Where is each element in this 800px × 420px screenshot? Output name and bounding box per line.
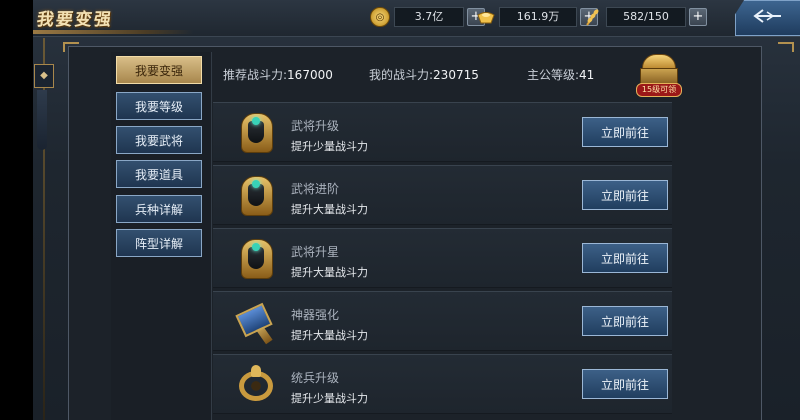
sidebar-item-become-stronger[interactable]: 我要变强 <box>116 56 202 84</box>
row-description: 提升大量战斗力 <box>291 266 368 279</box>
sidebar-item-generals[interactable]: 我要武将 <box>116 126 202 154</box>
row-title: 武将进阶 <box>291 182 340 196</box>
helmet-icon <box>235 237 277 281</box>
row-title: 统兵升级 <box>291 371 340 385</box>
category-sidebar: 我要变强 我要等级 我要武将 我要道具 兵种详解 阵型详解 <box>111 52 212 420</box>
helmet-gem <box>252 117 260 125</box>
lord-level: 主公等级:41 <box>527 66 594 83</box>
my-power: 我的战斗力:230715 <box>369 66 479 83</box>
title-decoration <box>33 30 193 34</box>
reward-chest[interactable]: 15级可领 <box>636 50 682 98</box>
power-info-row: 推荐战斗力:167000 我的战斗力:230715 主公等级:41 <box>213 58 673 88</box>
recommended-power-label: 推荐战斗力: <box>223 68 288 82</box>
wheat-icon <box>584 8 602 26</box>
list-item: 神器强化 提升大量战斗力 立即前往 <box>213 291 672 351</box>
pillar-emblem-icon: ◆ <box>34 64 54 88</box>
list-item: 武将升级 提升少量战斗力 立即前往 <box>213 102 672 162</box>
recommended-power: 推荐战斗力:167000 <box>223 66 333 83</box>
my-power-label: 我的战斗力: <box>369 68 434 82</box>
helmet-icon <box>235 111 277 155</box>
ingot-value: 161.9万 <box>499 7 577 27</box>
helmet-icon <box>235 174 277 218</box>
copper-value: 3.7亿 <box>394 7 464 27</box>
row-title: 武将升星 <box>291 245 340 259</box>
row-title: 神器强化 <box>291 308 340 322</box>
upgrade-list: 武将升级 提升少量战斗力 立即前往 武将进阶 提升大量战斗力 立即前往 武将升星… <box>213 102 672 420</box>
chest-level-tag: 15级可领 <box>636 83 682 97</box>
frame-corner-icon <box>778 42 794 52</box>
page-title: 我要变强 <box>35 10 115 30</box>
go-now-button[interactable]: 立即前往 <box>582 117 668 147</box>
helmet-gem <box>252 180 260 188</box>
tassel-icon <box>37 90 47 150</box>
row-description: 提升大量战斗力 <box>291 329 368 342</box>
go-now-button[interactable]: 立即前往 <box>582 243 668 273</box>
resource-copper: ◎ 3.7亿 + <box>370 7 485 27</box>
grain-value: 582/150 <box>606 7 686 27</box>
resource-ingot: 161.9万 + <box>477 7 598 27</box>
ring-icon <box>235 363 277 407</box>
sidebar-item-formations[interactable]: 阵型详解 <box>116 229 202 257</box>
top-bar: 我要变强 ◎ 3.7亿 + 161.9万 + 582/150 + <box>33 0 800 37</box>
go-now-button[interactable]: 立即前往 <box>582 306 668 336</box>
sidebar-item-items[interactable]: 我要道具 <box>116 160 202 188</box>
frame-corner-icon <box>63 42 79 52</box>
go-now-button[interactable]: 立即前往 <box>582 369 668 399</box>
list-item: 统兵升级 提升少量战斗力 立即前往 <box>213 354 672 414</box>
sidebar-item-troop-types[interactable]: 兵种详解 <box>116 195 202 223</box>
row-description: 提升少量战斗力 <box>291 392 368 405</box>
recommended-power-value: 167000 <box>287 68 333 82</box>
go-now-button[interactable]: 立即前往 <box>582 180 668 210</box>
helmet-gem <box>252 243 260 251</box>
sidebar-item-level[interactable]: 我要等级 <box>116 92 202 120</box>
side-pillar: ◆ <box>33 38 55 420</box>
row-description: 提升少量战斗力 <box>291 140 368 153</box>
ingot-icon <box>477 8 495 26</box>
row-title: 武将升级 <box>291 119 340 133</box>
ring-top <box>251 365 261 377</box>
lord-level-label: 主公等级: <box>527 68 580 82</box>
add-grain-button[interactable]: + <box>689 8 707 26</box>
lord-level-value: 41 <box>579 68 595 82</box>
back-arrow-icon <box>753 8 783 28</box>
list-item: 武将进阶 提升大量战斗力 立即前往 <box>213 165 672 225</box>
game-screen: 我要变强 ◎ 3.7亿 + 161.9万 + 582/150 + ◆ 我要变强 … <box>33 0 800 420</box>
row-description: 提升大量战斗力 <box>291 203 368 216</box>
my-power-value: 230715 <box>433 68 479 82</box>
coin-icon: ◎ <box>370 7 390 27</box>
hammer-icon <box>235 300 277 345</box>
resource-grain: 582/150 + <box>584 7 707 27</box>
list-item: 武将升星 提升大量战斗力 立即前往 <box>213 228 672 288</box>
back-button[interactable] <box>735 0 800 36</box>
